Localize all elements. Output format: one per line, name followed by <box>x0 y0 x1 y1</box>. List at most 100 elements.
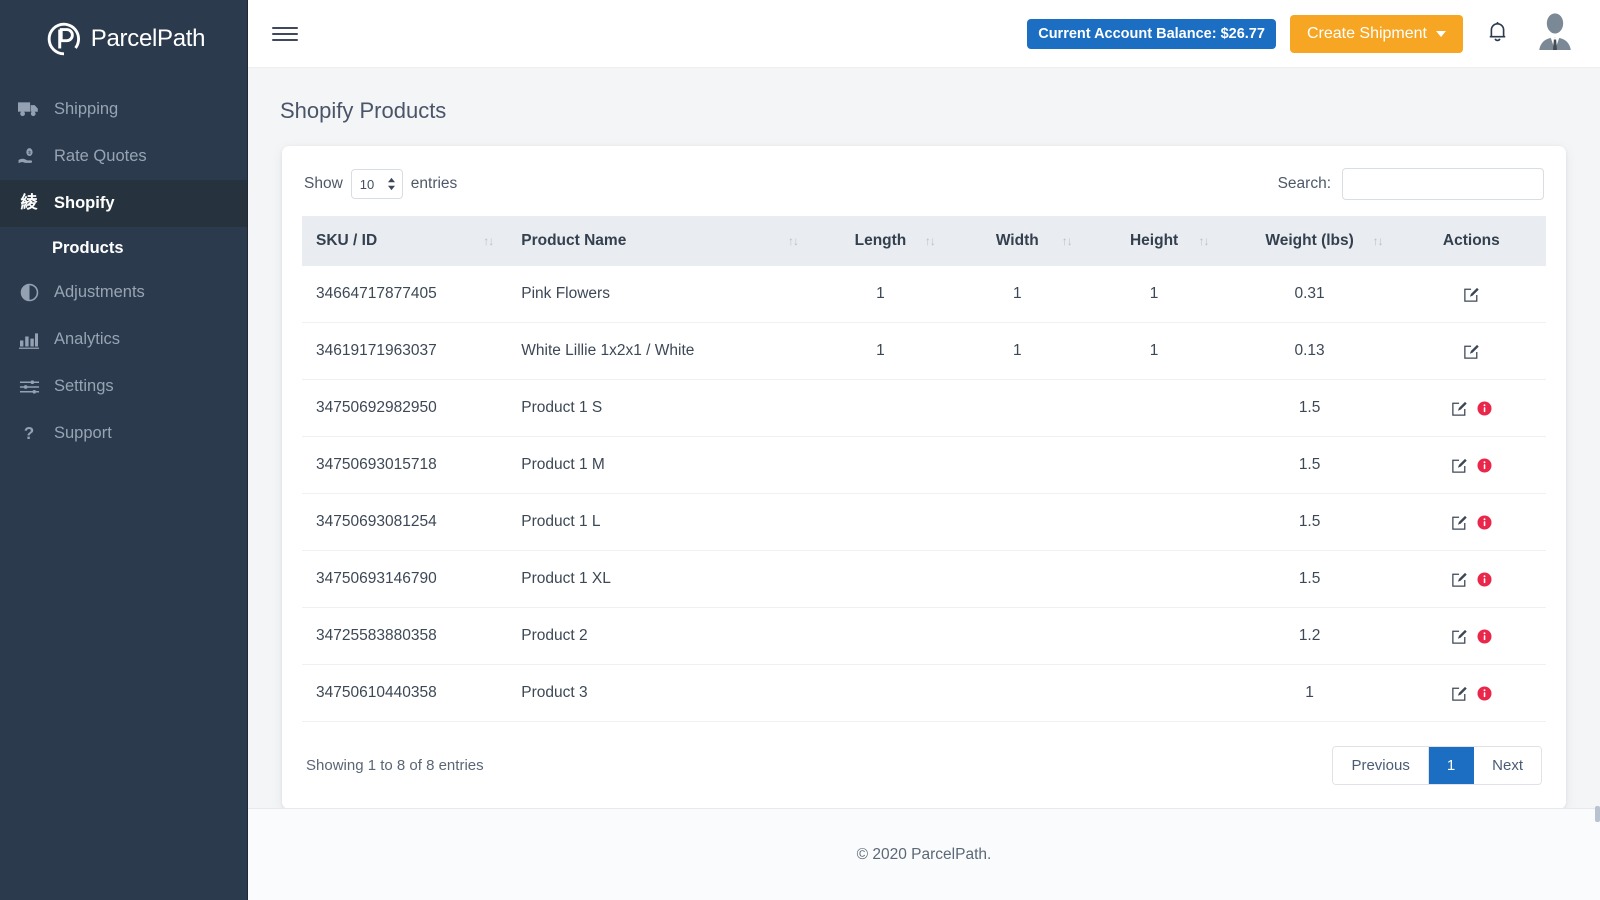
info-alert-icon[interactable] <box>1477 401 1492 416</box>
search-input[interactable] <box>1342 168 1544 200</box>
cell-sku: 34750693015718 <box>302 436 508 494</box>
col-actions: Actions <box>1396 216 1546 266</box>
bell-icon[interactable] <box>1487 20 1508 48</box>
row-action-group <box>1411 457 1532 474</box>
topbar-right-group: Current Account Balance: $26.77 Create S… <box>1027 11 1574 56</box>
col-height[interactable]: Height ↑↓ <box>1085 216 1223 266</box>
user-avatar-icon[interactable] <box>1536 11 1574 56</box>
row-action-group <box>1411 400 1532 417</box>
show-entries-control: Show 102550100 entries <box>304 169 457 199</box>
scrollbar-thumb[interactable] <box>1595 806 1600 822</box>
products-table: SKU / ID ↑↓ Product Name ↑↓ Length ↑↓ Wi… <box>302 216 1546 722</box>
pagination-page-1[interactable]: 1 <box>1428 747 1475 784</box>
sliders-icon <box>18 376 40 398</box>
row-action-group <box>1411 571 1532 588</box>
svg-text:$: $ <box>28 150 31 156</box>
cell-actions <box>1396 379 1546 437</box>
cell-width <box>948 379 1086 437</box>
cell-product-name: White Lillie 1x2x1 / White <box>507 322 813 380</box>
sidebar-item-label: Shipping <box>54 100 119 118</box>
parcelpath-logo-icon <box>46 21 82 57</box>
sidebar-item-products[interactable]: Products <box>0 227 247 269</box>
cell-product-name: Product 1 S <box>507 379 813 437</box>
cell-width <box>948 607 1086 665</box>
table-row: 34664717877405 Pink Flowers 1 1 1 0.31 <box>302 266 1546 323</box>
col-sku[interactable]: SKU / ID ↑↓ <box>302 216 508 266</box>
sidebar-item-settings[interactable]: Settings <box>0 363 247 410</box>
cell-width: 1 <box>948 322 1086 380</box>
edit-pencil-icon[interactable] <box>1451 628 1468 645</box>
row-action-group <box>1411 685 1532 702</box>
content-area: Shopify Products Show 102550100 <box>248 68 1600 808</box>
cell-weight: 1.5 <box>1222 379 1397 437</box>
cell-actions <box>1396 436 1546 494</box>
edit-pencil-icon[interactable] <box>1451 514 1468 531</box>
cell-sku: 34750693081254 <box>302 493 508 551</box>
sort-icon: ↑↓ <box>1372 234 1384 248</box>
create-shipment-button[interactable]: Create Shipment <box>1289 14 1463 53</box>
edit-pencil-icon[interactable] <box>1463 286 1480 303</box>
edit-pencil-icon[interactable] <box>1451 400 1468 417</box>
hamburger-icon[interactable] <box>272 19 298 49</box>
cell-sku: 34750692982950 <box>302 379 508 437</box>
cell-sku: 34750693146790 <box>302 550 508 608</box>
sidebar-item-shopify[interactable]: 綾 Shopify <box>0 180 247 227</box>
sidebar-item-rate-quotes[interactable]: $ Rate Quotes <box>0 133 247 180</box>
hand-money-icon: $ <box>18 146 40 168</box>
cell-sku: 34619171963037 <box>302 322 508 380</box>
col-label: Actions <box>1442 232 1500 249</box>
sidebar-item-label: Rate Quotes <box>54 147 147 165</box>
account-balance-badge[interactable]: Current Account Balance: $26.77 <box>1027 18 1276 49</box>
entries-label: entries <box>410 175 458 192</box>
table-row: 34725583880358 Product 2 1.2 <box>302 607 1546 665</box>
chevron-down-icon <box>1436 30 1446 37</box>
edit-pencil-icon[interactable] <box>1451 685 1468 702</box>
info-alert-icon[interactable] <box>1477 572 1492 587</box>
cell-product-name: Product 2 <box>507 607 813 665</box>
col-length[interactable]: Length ↑↓ <box>812 216 949 266</box>
sidebar-item-shipping[interactable]: Shipping <box>0 86 247 133</box>
pagination-next[interactable]: Next <box>1474 747 1541 784</box>
showing-entries-text: Showing 1 to 8 of 8 entries <box>306 757 484 774</box>
sidebar-item-label: Adjustments <box>54 283 145 301</box>
col-label: Length <box>854 232 907 249</box>
info-alert-icon[interactable] <box>1477 515 1492 530</box>
sidebar-item-adjustments[interactable]: Adjustments <box>0 269 247 316</box>
sidebar-subitem-label: Products <box>52 238 124 257</box>
cell-actions <box>1396 493 1546 551</box>
info-alert-icon[interactable] <box>1477 629 1492 644</box>
info-alert-icon[interactable] <box>1477 458 1492 473</box>
page-length-select[interactable]: 102550100 <box>350 169 403 199</box>
cell-sku: 34725583880358 <box>302 607 508 665</box>
search-control: Search: <box>1278 168 1544 200</box>
truck-icon <box>18 99 40 121</box>
cell-sku: 34664717877405 <box>302 266 508 323</box>
info-alert-icon[interactable] <box>1477 686 1492 701</box>
cell-weight: 1.5 <box>1222 550 1397 608</box>
cell-product-name: Product 1 XL <box>507 550 813 608</box>
cell-weight: 1.2 <box>1222 607 1397 665</box>
col-width[interactable]: Width ↑↓ <box>948 216 1086 266</box>
col-weight[interactable]: Weight (lbs) ↑↓ <box>1222 216 1397 266</box>
cell-product-name: Product 1 L <box>507 493 813 551</box>
cell-length: 1 <box>812 266 949 323</box>
cell-actions <box>1396 607 1546 665</box>
cell-height <box>1085 607 1223 665</box>
sidebar-item-support[interactable]: ? Support <box>0 410 247 457</box>
cell-weight: 0.13 <box>1222 322 1397 380</box>
cell-actions <box>1396 550 1546 608</box>
contrast-icon <box>18 282 40 304</box>
search-label: Search: <box>1277 175 1331 192</box>
col-product-name[interactable]: Product Name ↑↓ <box>507 216 813 266</box>
cell-height <box>1085 493 1223 551</box>
col-label: Height <box>1129 232 1179 249</box>
cell-product-name: Product 1 M <box>507 436 813 494</box>
pagination-previous[interactable]: Previous <box>1333 747 1429 784</box>
table-head: SKU / ID ↑↓ Product Name ↑↓ Length ↑↓ Wi… <box>302 216 1546 266</box>
brand-logo[interactable]: ParcelPath <box>0 0 247 78</box>
edit-pencil-icon[interactable] <box>1451 571 1468 588</box>
edit-pencil-icon[interactable] <box>1463 343 1480 360</box>
edit-pencil-icon[interactable] <box>1451 457 1468 474</box>
table-footer: Showing 1 to 8 of 8 entries Previous 1 N… <box>302 722 1546 787</box>
sidebar-item-analytics[interactable]: Analytics <box>0 316 247 363</box>
